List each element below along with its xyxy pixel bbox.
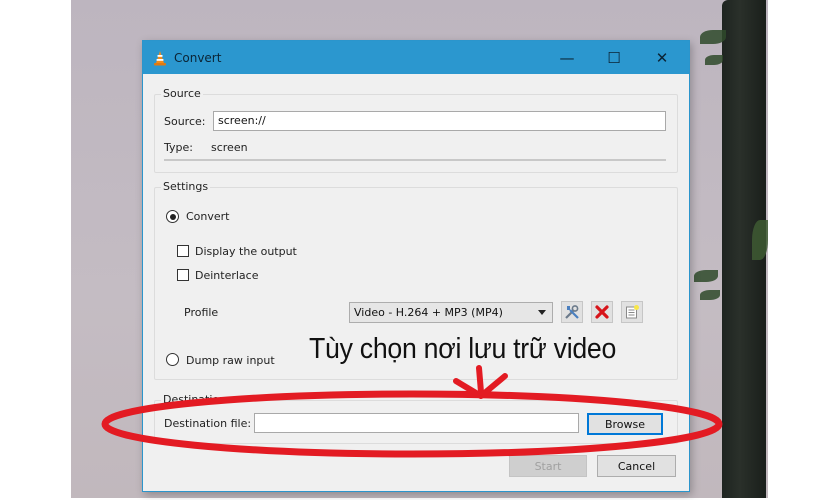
display-output-label: Display the output (195, 245, 297, 258)
title-bar[interactable]: Convert — ☐ ✕ (143, 41, 689, 74)
leaf-decoration (694, 270, 718, 282)
destination-file-input[interactable] (254, 413, 579, 433)
leaf-decoration (752, 220, 768, 260)
maximize-icon: ☐ (607, 48, 621, 67)
profile-label: Profile (184, 306, 219, 319)
convert-dialog: Convert — ☐ ✕ Source Source: screen:// T… (142, 40, 690, 492)
settings-group-label: Settings (161, 180, 211, 193)
destination-group-label: Destination (161, 393, 229, 406)
destination-file-label: Destination file: (164, 417, 252, 430)
deinterlace-label: Deinterlace (195, 269, 259, 282)
type-label: Type: (164, 141, 193, 154)
profile-select[interactable]: Video - H.264 + MP3 (MP4) (349, 302, 553, 323)
destination-group: Destination Destination file: Browse (154, 393, 678, 444)
minimize-button[interactable]: — (544, 41, 590, 74)
source-group-label: Source (161, 87, 203, 100)
source-separator (164, 159, 666, 161)
chevron-down-icon (538, 310, 546, 315)
type-value: screen (211, 141, 248, 154)
minimize-icon: — (559, 48, 575, 67)
leaf-decoration (705, 55, 723, 65)
vlc-cone-icon (154, 50, 166, 65)
profile-select-value: Video - H.264 + MP3 (MP4) (354, 306, 503, 319)
start-button[interactable]: Start (509, 455, 587, 477)
dump-raw-label: Dump raw input (186, 354, 275, 367)
convert-label: Convert (186, 210, 230, 223)
new-profile-button[interactable] (621, 301, 643, 323)
dump-raw-radio[interactable] (166, 353, 179, 366)
tools-icon (565, 305, 579, 319)
convert-radio[interactable] (166, 210, 179, 223)
leaf-decoration (700, 290, 720, 300)
display-output-checkbox[interactable] (177, 245, 189, 257)
new-document-icon (626, 305, 639, 319)
window-title: Convert (174, 50, 222, 65)
source-label: Source: (164, 115, 206, 128)
close-button[interactable]: ✕ (639, 41, 685, 74)
source-input[interactable]: screen:// (213, 111, 666, 131)
browse-button[interactable]: Browse (587, 413, 663, 435)
maximize-button[interactable]: ☐ (591, 41, 637, 74)
annotation-text: Tùy chọn nơi lưu trữ video (309, 333, 617, 365)
delete-x-icon (595, 305, 609, 319)
source-group: Source Source: screen:// Type: screen (154, 87, 678, 173)
cancel-button[interactable]: Cancel (597, 455, 676, 477)
delete-profile-button[interactable] (591, 301, 613, 323)
edit-profile-button[interactable] (561, 301, 583, 323)
close-icon: ✕ (655, 48, 669, 67)
deinterlace-checkbox[interactable] (177, 269, 189, 281)
leaf-decoration (700, 30, 726, 44)
